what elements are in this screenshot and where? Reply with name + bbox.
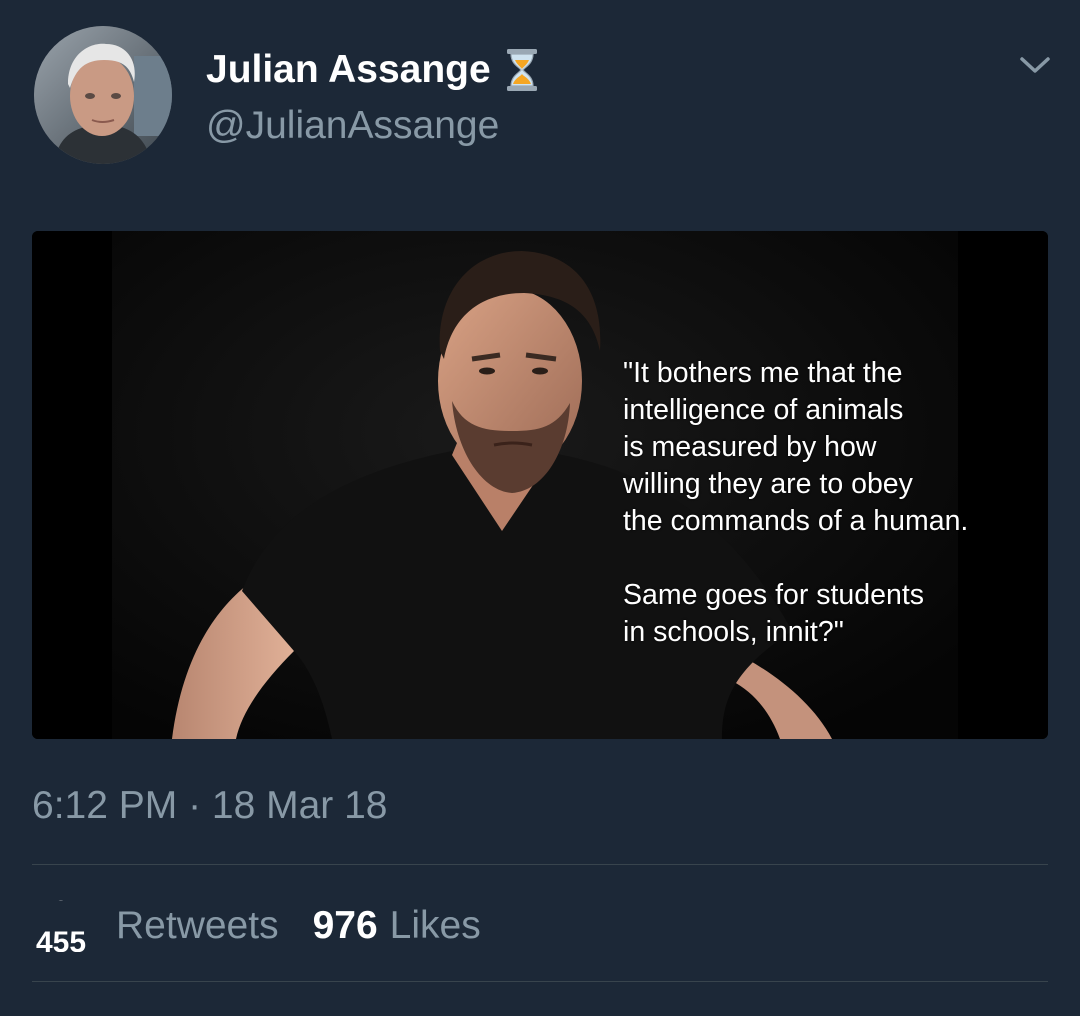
retweets-count-prev: 454 (36, 900, 86, 908)
retweets-label[interactable]: Retweets (116, 904, 279, 948)
tweet-timestamp[interactable]: 6:12 PM · 18 Mar 18 (32, 784, 388, 828)
retweets-count[interactable]: 454 455 (32, 900, 104, 952)
tweet-detail-view: Julian Assange @JulianAssange "It bother… (0, 0, 1080, 1016)
media-quote-text: "It bothers me that the intelligence of … (623, 357, 969, 648)
author-handle[interactable]: @JulianAssange (206, 104, 499, 148)
author-display-name[interactable]: Julian Assange (206, 48, 491, 92)
author-name-row: Julian Assange (206, 46, 539, 94)
retweets-count-current: 455 (36, 926, 87, 952)
likes-label[interactable]: Likes (390, 904, 481, 948)
avatar[interactable] (34, 26, 172, 164)
likes-count[interactable]: 976 (313, 904, 378, 948)
chevron-down-icon[interactable] (1016, 50, 1054, 80)
divider-top (32, 864, 1048, 865)
avatar-photo (34, 26, 172, 164)
hourglass-icon (505, 48, 539, 92)
divider-bottom (32, 981, 1048, 982)
engagement-stats: 454 455 Retweets 976 Likes (32, 900, 481, 952)
